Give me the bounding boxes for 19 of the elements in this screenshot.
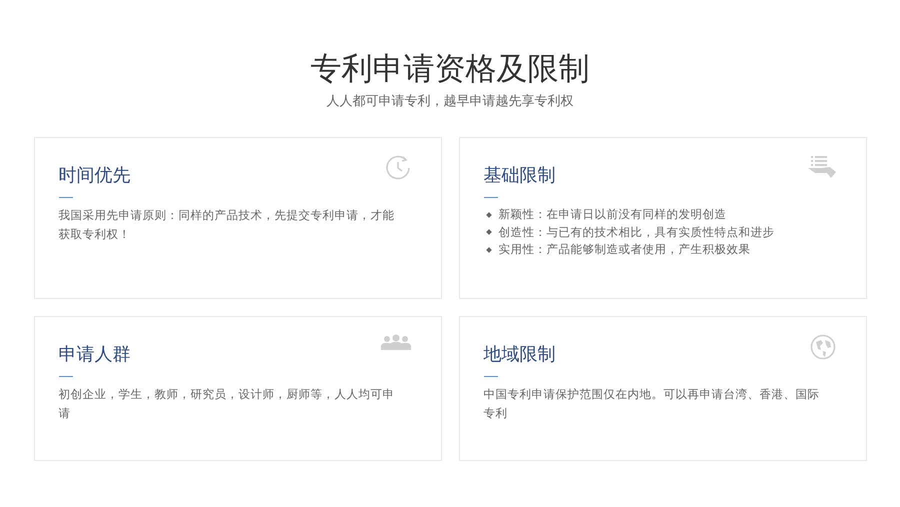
bullet-icon — [486, 212, 492, 218]
page-title: 专利申请资格及限制 — [310, 50, 590, 88]
page-subtitle: 人人都可申请专利，越早申请越先享专利权 — [326, 94, 574, 110]
list-item-text: 创造性：与已有的技术相比，具有实质性特点和进步 — [498, 224, 774, 240]
card-text: 中国专利申请保护范围仅在内地。可以再申请台湾、香港、国际专利 — [484, 386, 820, 422]
card-title: 基础限制 — [484, 164, 556, 188]
bullet-icon — [486, 246, 492, 253]
card-text: 初创企业，学生，教师，研究员，设计师，厨师等，人人均可申请 — [58, 386, 396, 422]
globe-icon — [810, 334, 836, 360]
clock-icon — [384, 155, 410, 181]
bullet-icon — [486, 229, 492, 236]
card-title: 申请人群 — [58, 343, 130, 367]
people-icon — [380, 334, 410, 350]
list-item-text: 新颖性：在申请日以前没有同样的发明创造 — [498, 206, 726, 223]
card-text: 我国采用先申请原则：同样的产品技术，先提交专利申请，才能获取专利权！ — [58, 207, 396, 243]
hand-list-icon — [808, 155, 836, 179]
card-title: 地域限制 — [484, 343, 556, 367]
card-title: 时间优先 — [58, 164, 130, 188]
list-item-text: 实用性：产品能够制造或者使用，产生积极效果 — [498, 241, 750, 258]
